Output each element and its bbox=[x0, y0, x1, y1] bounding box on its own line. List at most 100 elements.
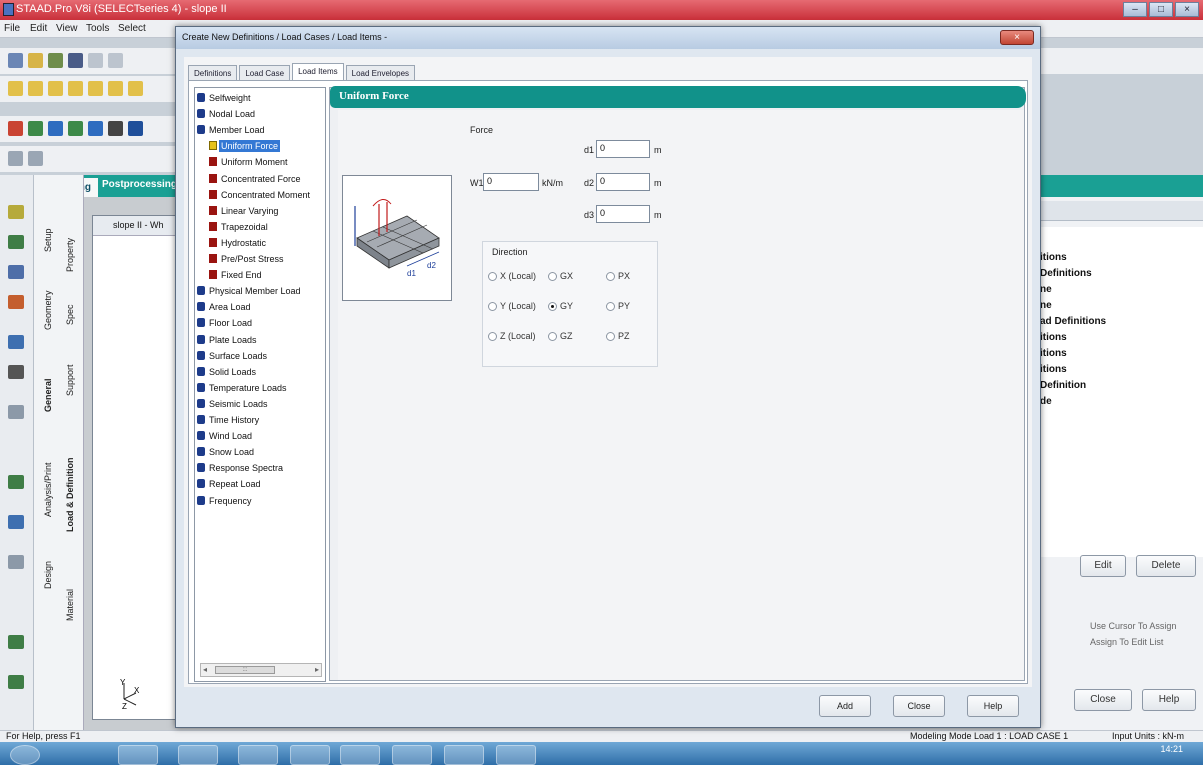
tool-icon-10[interactable] bbox=[8, 555, 24, 569]
d2-input[interactable]: 0 bbox=[596, 173, 650, 191]
list-item[interactable]: ad Definitions bbox=[1040, 316, 1106, 327]
list-item[interactable]: Definition bbox=[1040, 380, 1086, 391]
pan-icon[interactable] bbox=[128, 121, 143, 136]
tool-icon-1[interactable] bbox=[8, 205, 24, 219]
w1-input[interactable]: 0 bbox=[483, 173, 539, 191]
view-left-icon[interactable] bbox=[68, 81, 83, 96]
close-window-button[interactable]: × bbox=[1175, 2, 1199, 17]
menu-file[interactable]: File bbox=[4, 23, 20, 34]
taskbar-staad-icon[interactable] bbox=[496, 745, 536, 765]
tab-setup[interactable]: Setup bbox=[38, 215, 58, 265]
tab-spec[interactable]: Spec bbox=[60, 295, 80, 335]
taskbar-word-icon[interactable] bbox=[392, 745, 432, 765]
tool-icon-8[interactable] bbox=[8, 475, 24, 489]
radio-px[interactable]: PX bbox=[606, 271, 630, 281]
plate-icon[interactable] bbox=[28, 121, 43, 136]
help-button[interactable]: Help bbox=[967, 695, 1019, 717]
tab-postprocessing[interactable]: Postprocessing bbox=[102, 179, 177, 190]
list-item[interactable]: itions bbox=[1040, 252, 1067, 263]
panel-help-button[interactable]: Help bbox=[1142, 689, 1196, 711]
radio-gx[interactable]: GX bbox=[548, 271, 573, 281]
solid-icon[interactable] bbox=[48, 121, 63, 136]
tool-icon-6[interactable] bbox=[8, 365, 24, 379]
scroll-thumb[interactable]: ::: bbox=[215, 666, 275, 674]
open-file-icon[interactable] bbox=[28, 53, 43, 68]
select-icon[interactable] bbox=[28, 151, 43, 166]
maximize-button[interactable]: □ bbox=[1149, 2, 1173, 17]
tab-design[interactable]: Design bbox=[38, 545, 58, 605]
tool-icon-11[interactable] bbox=[8, 635, 24, 649]
taskbar-excel-icon[interactable] bbox=[290, 745, 330, 765]
list-item[interactable]: Definitions bbox=[1040, 268, 1092, 279]
menu-tools[interactable]: Tools bbox=[86, 23, 109, 34]
tab-load-definition[interactable]: Load & Definition bbox=[60, 425, 80, 565]
taskbar-chrome-icon[interactable] bbox=[238, 745, 278, 765]
view-front-icon[interactable] bbox=[28, 81, 43, 96]
list-item[interactable]: de bbox=[1040, 396, 1052, 407]
close-button[interactable]: Close bbox=[893, 695, 945, 717]
beam-icon[interactable] bbox=[8, 121, 23, 136]
tab-definitions[interactable]: Definitions bbox=[188, 65, 238, 81]
taskbar-pdf-icon[interactable] bbox=[444, 745, 484, 765]
menu-edit[interactable]: Edit bbox=[30, 23, 47, 34]
delete-button[interactable]: Delete bbox=[1136, 555, 1196, 577]
menu-select[interactable]: Select bbox=[118, 23, 146, 34]
d3-input[interactable]: 0 bbox=[596, 205, 650, 223]
tab-load-case[interactable]: Load Case bbox=[239, 65, 291, 81]
edit-button[interactable]: Edit bbox=[1080, 555, 1126, 577]
tool-icon-4[interactable] bbox=[8, 295, 24, 309]
radio-z-local[interactable]: Z (Local) bbox=[488, 331, 536, 341]
load-tree-list[interactable]: itions Definitions ne ne ad Definitions … bbox=[1040, 227, 1203, 557]
print-icon[interactable] bbox=[68, 53, 83, 68]
list-item[interactable]: ne bbox=[1040, 300, 1052, 311]
tab-material[interactable]: Material bbox=[60, 570, 80, 640]
tab-load-envelopes[interactable]: Load Envelopes bbox=[345, 65, 416, 81]
tool-icon-5[interactable] bbox=[8, 335, 24, 349]
use-cursor-option[interactable]: Use Cursor To Assign bbox=[1090, 621, 1176, 631]
taskbar-app-icon[interactable] bbox=[340, 745, 380, 765]
copy-icon[interactable] bbox=[108, 53, 123, 68]
view-right-icon[interactable] bbox=[88, 81, 103, 96]
tab-support[interactable]: Support bbox=[60, 345, 80, 415]
cut-icon[interactable] bbox=[88, 53, 103, 68]
menu-view[interactable]: View bbox=[56, 23, 78, 34]
tool-icon-2[interactable] bbox=[8, 235, 24, 249]
view-iso-icon[interactable] bbox=[8, 81, 23, 96]
load-type-tree[interactable]: Selfweight Nodal Load Member Load Uniform F… bbox=[194, 87, 326, 682]
list-item[interactable]: ne bbox=[1040, 284, 1052, 295]
tab-general[interactable]: General bbox=[38, 360, 58, 430]
dialog-close-button[interactable]: × bbox=[1000, 30, 1034, 45]
view-back-icon[interactable] bbox=[48, 81, 63, 96]
panel-close-button[interactable]: Close bbox=[1074, 689, 1132, 711]
group-icon[interactable] bbox=[88, 121, 103, 136]
radio-pz[interactable]: PZ bbox=[606, 331, 630, 341]
list-item[interactable]: itions bbox=[1040, 348, 1067, 359]
list-item[interactable]: itions bbox=[1040, 332, 1067, 343]
radio-x-local[interactable]: X (Local) bbox=[488, 271, 536, 281]
d1-input[interactable]: 0 bbox=[596, 140, 650, 158]
tab-geometry[interactable]: Geometry bbox=[38, 275, 58, 345]
new-file-icon[interactable] bbox=[8, 53, 23, 68]
tab-analysis-print[interactable]: Analysis/Print bbox=[38, 445, 58, 535]
view-top-icon[interactable] bbox=[108, 81, 123, 96]
tool-icon-7[interactable] bbox=[8, 405, 24, 419]
list-item[interactable]: itions bbox=[1040, 364, 1067, 375]
taskbar-media-icon[interactable] bbox=[178, 745, 218, 765]
taskbar-explorer-icon[interactable] bbox=[118, 745, 158, 765]
scroll-left-icon[interactable]: ◂ bbox=[203, 665, 207, 674]
add-button[interactable]: Add bbox=[819, 695, 871, 717]
minimize-button[interactable]: – bbox=[1123, 2, 1147, 17]
tool-icon-9[interactable] bbox=[8, 515, 24, 529]
tool-icon-3[interactable] bbox=[8, 265, 24, 279]
radio-y-local[interactable]: Y (Local) bbox=[488, 301, 536, 311]
radio-gz[interactable]: GZ bbox=[548, 331, 573, 341]
tool-icon-12[interactable] bbox=[8, 675, 24, 689]
radio-py[interactable]: PY bbox=[606, 301, 630, 311]
tree-horizontal-scrollbar[interactable]: ◂ ::: ▸ bbox=[200, 663, 322, 677]
tab-property[interactable]: Property bbox=[60, 225, 80, 285]
assign-edit-list-option[interactable]: Assign To Edit List bbox=[1090, 637, 1163, 647]
save-icon[interactable] bbox=[48, 53, 63, 68]
cursor-icon[interactable] bbox=[8, 151, 23, 166]
zoom-icon[interactable] bbox=[108, 121, 123, 136]
view-bottom-icon[interactable] bbox=[128, 81, 143, 96]
